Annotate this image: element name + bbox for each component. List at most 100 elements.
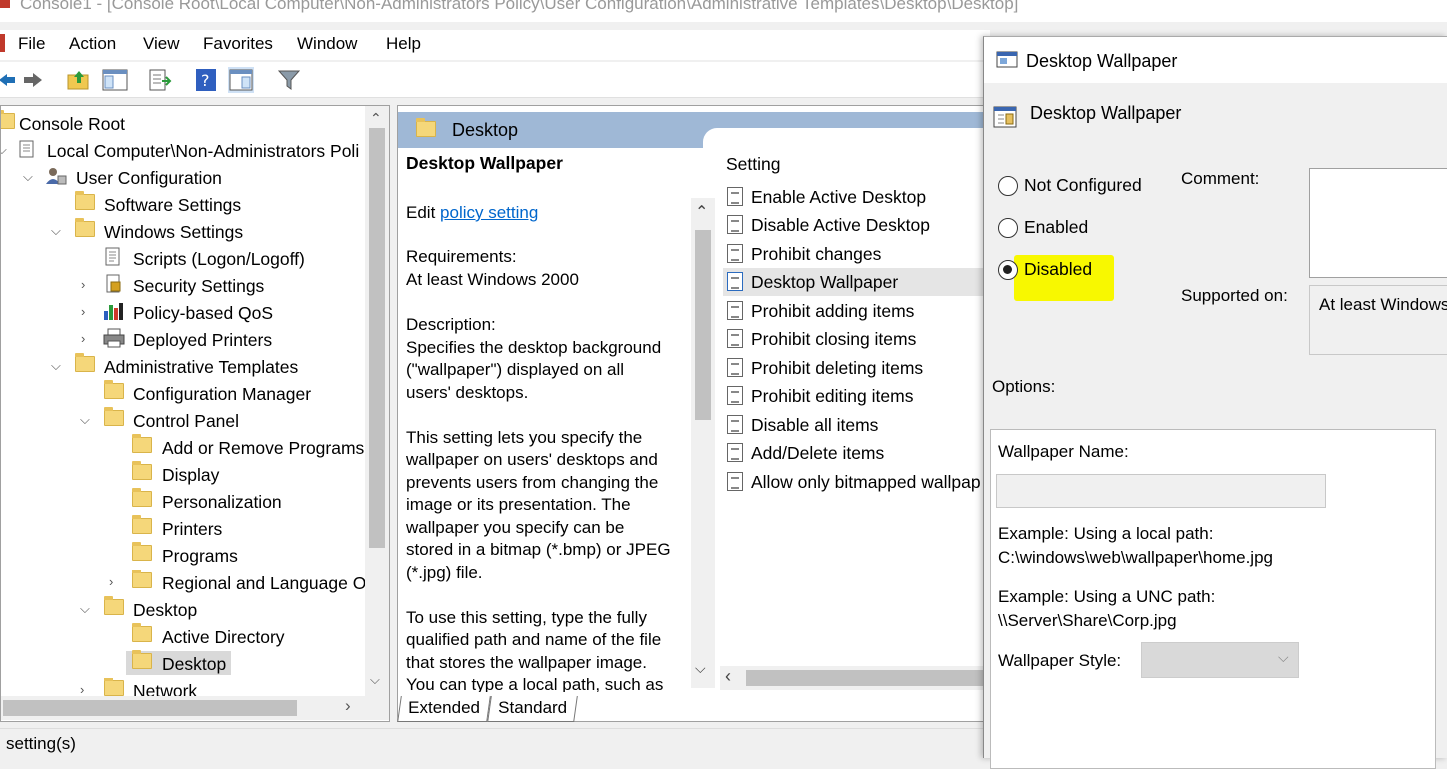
tree-vertical-scrollbar[interactable]: ⌃ ⌵ xyxy=(365,106,389,706)
tree-item-desktop-parent[interactable]: ⌵ Desktop xyxy=(1,596,361,623)
tab-extended[interactable]: Extended xyxy=(397,696,491,722)
collapse-arrow-icon[interactable]: ⌵ xyxy=(51,358,65,373)
scroll-thumb[interactable] xyxy=(3,700,297,716)
radio-disabled[interactable] xyxy=(998,260,1018,280)
radio-not-configured[interactable] xyxy=(998,176,1018,196)
expand-arrow-icon[interactable]: › xyxy=(80,682,94,696)
description-scrollbar[interactable]: ⌃ ⌵ xyxy=(691,198,715,688)
tree-item-display[interactable]: Display xyxy=(1,461,361,488)
tree-item-deployed-printers[interactable]: › Deployed Printers xyxy=(1,327,361,353)
menu-file[interactable]: File xyxy=(18,34,45,54)
export-list-icon[interactable] xyxy=(147,67,173,93)
tree-item-control-panel[interactable]: ⌵ Control Panel xyxy=(1,407,361,434)
expand-arrow-icon[interactable]: › xyxy=(109,574,123,589)
tree-item-personalization[interactable]: Personalization xyxy=(1,488,361,515)
setting-row[interactable]: Prohibit closing items xyxy=(723,325,996,353)
tree-item-programs[interactable]: Programs xyxy=(1,542,361,569)
scroll-up-arrow-icon[interactable]: ⌃ xyxy=(695,202,708,222)
setting-row[interactable]: Disable all items xyxy=(723,411,996,439)
tree-horizontal-scrollbar[interactable]: › xyxy=(1,696,389,720)
scroll-thumb[interactable] xyxy=(746,670,986,686)
tree-item-software-settings[interactable]: Software Settings xyxy=(1,191,361,218)
setting-row[interactable]: Enable Active Desktop xyxy=(723,183,996,211)
edit-policy-setting-link[interactable]: policy setting xyxy=(440,203,538,222)
filter-icon[interactable] xyxy=(276,67,302,93)
collapse-arrow-icon[interactable]: ⌵ xyxy=(80,412,94,427)
radio-enabled-label[interactable]: Enabled xyxy=(1024,217,1088,238)
forward-icon[interactable] xyxy=(20,67,46,93)
scroll-left-arrow-icon[interactable]: ‹ xyxy=(725,666,731,687)
comment-textarea[interactable] xyxy=(1309,168,1447,278)
tree-item-desktop-selected[interactable]: Desktop xyxy=(1,650,361,677)
scroll-thumb[interactable] xyxy=(695,230,711,420)
setting-row-selected[interactable]: Desktop Wallpaper xyxy=(723,268,996,296)
tree-item-user-configuration[interactable]: ⌵ User Configuration xyxy=(1,165,361,191)
folder-icon xyxy=(132,461,152,480)
tree-item-administrative-templates[interactable]: ⌵ Administrative Templates xyxy=(1,353,361,380)
tree-item-security-settings[interactable]: › Security Settings xyxy=(1,273,361,299)
tree-item-windows-settings[interactable]: ⌵ Windows Settings xyxy=(1,218,361,245)
tree-item-local-computer-policy[interactable]: ⌵ Local Computer\Non-Administrators Poli xyxy=(1,138,361,164)
menu-action[interactable]: Action xyxy=(69,34,116,54)
up-folder-icon[interactable] xyxy=(66,67,92,93)
tree-item-configuration-manager[interactable]: Configuration Manager xyxy=(1,380,361,407)
help-icon[interactable]: ? xyxy=(193,67,219,93)
setting-row[interactable]: Prohibit deleting items xyxy=(723,354,996,382)
tree-item-add-remove-programs[interactable]: Add or Remove Programs xyxy=(1,434,364,461)
description-line: that stores the wallpaper image. xyxy=(406,652,647,672)
tree-item-regional-language[interactable]: › Regional and Language O xyxy=(1,570,365,596)
policy-heading-icon xyxy=(993,105,1019,134)
description-line: To use this setting, type the fully xyxy=(406,607,647,627)
scroll-right-arrow-icon[interactable]: › xyxy=(345,696,351,716)
setting-row[interactable]: Allow only bitmapped wallpap xyxy=(723,468,988,496)
scroll-down-arrow-icon[interactable]: ⌵ xyxy=(695,660,706,677)
setting-row[interactable]: Prohibit changes xyxy=(723,240,996,268)
expand-arrow-icon[interactable]: › xyxy=(81,304,95,319)
wallpaper-name-input[interactable] xyxy=(996,474,1326,508)
menu-favorites[interactable]: Favorites xyxy=(203,34,273,54)
setting-row[interactable]: Prohibit editing items xyxy=(723,382,996,410)
expand-arrow-icon[interactable]: › xyxy=(81,277,95,292)
policy-setting-icon xyxy=(727,358,743,377)
tree-item-console-root[interactable]: Console Root xyxy=(1,110,361,137)
radio-enabled[interactable] xyxy=(998,218,1018,238)
expand-arrow-icon[interactable]: › xyxy=(81,331,95,346)
app-menu-icon[interactable] xyxy=(0,34,5,52)
description-line: prevents users from changing the xyxy=(406,472,659,492)
collapse-arrow-icon[interactable]: ⌵ xyxy=(51,223,65,238)
scroll-down-arrow-icon[interactable]: ⌵ xyxy=(370,672,380,688)
scroll-up-arrow-icon[interactable]: ⌃ xyxy=(370,110,382,127)
menu-view[interactable]: View xyxy=(143,34,180,54)
tree-item-printers[interactable]: Printers xyxy=(1,515,361,542)
description-line: ("wallpaper") displayed on all xyxy=(406,360,625,379)
example-unc-label: Example: Using a UNC path: xyxy=(998,587,1216,606)
setting-row[interactable]: Disable Active Desktop xyxy=(723,211,996,239)
settings-column-header[interactable]: Setting xyxy=(726,154,780,175)
radio-disabled-label[interactable]: Disabled xyxy=(1024,259,1092,280)
collapse-arrow-icon[interactable]: ⌵ xyxy=(1,142,11,157)
mmc-app-icon xyxy=(0,0,10,8)
menu-help[interactable]: Help xyxy=(386,34,421,54)
toolbar: ? xyxy=(0,62,990,98)
setting-row[interactable]: Prohibit adding items xyxy=(723,297,996,325)
properties-icon[interactable] xyxy=(228,67,254,93)
wallpaper-style-dropdown[interactable]: ⌵ xyxy=(1141,642,1299,678)
menu-window[interactable]: Window xyxy=(297,34,357,54)
tree-item-network[interactable]: › Network xyxy=(1,678,361,696)
example-unc-value: \\Server\Share\Corp.jpg xyxy=(998,611,1177,630)
collapse-arrow-icon[interactable]: ⌵ xyxy=(23,169,37,184)
description-line: stored in a bitmap (*.bmp) or JPEG xyxy=(406,540,671,559)
settings-horizontal-scrollbar[interactable]: ‹ xyxy=(720,666,996,690)
radio-not-configured-label[interactable]: Not Configured xyxy=(1024,175,1142,196)
setting-row[interactable]: Add/Delete items xyxy=(723,439,996,467)
scroll-thumb[interactable] xyxy=(369,128,385,548)
tree-item-active-directory[interactable]: Active Directory xyxy=(1,623,361,650)
tree-item-scripts[interactable]: Scripts (Logon/Logoff) xyxy=(1,246,361,272)
wallpaper-style-label: Wallpaper Style: xyxy=(998,651,1122,670)
tab-standard[interactable]: Standard xyxy=(487,696,578,722)
back-icon[interactable] xyxy=(0,67,20,93)
show-hide-tree-icon[interactable] xyxy=(102,67,128,93)
policy-setting-icon xyxy=(727,415,743,434)
tree-item-policy-based-qos[interactable]: › Policy-based QoS xyxy=(1,300,361,326)
collapse-arrow-icon[interactable]: ⌵ xyxy=(80,601,94,616)
